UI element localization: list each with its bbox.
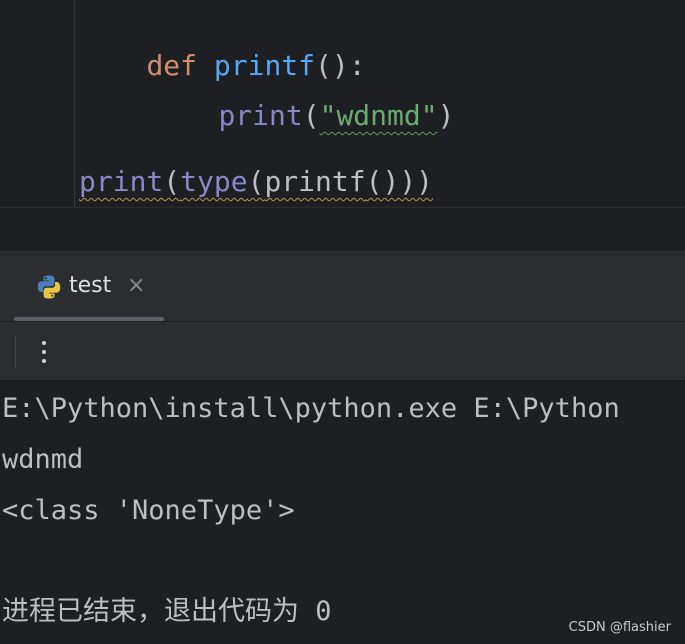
gutter-divider [74,0,75,207]
close-icon[interactable]: × [127,270,145,302]
paren-1: ( [163,165,181,198]
closing-parens: ())) [365,165,434,198]
console-line-command: E:\Python\install\python.exe E:\Python [2,393,620,424]
run-tool-window-header: test × [0,251,685,321]
python-icon [37,275,61,299]
code-line-2[interactable]: print("wdnmd") [79,62,454,170]
call-printf: printf [264,165,366,198]
paren-2: ( [247,165,265,198]
console-line-type: <class 'NoneType'> [2,495,295,526]
code-editor[interactable]: def printf(): print("wdnmd") print(type(… [0,0,685,207]
run-toolbar [0,322,685,380]
editor-gap [0,208,685,251]
tab-test[interactable]: test × [14,251,164,321]
builtin-type: type [180,165,248,198]
console-output[interactable]: E:\Python\install\python.exe E:\Python w… [0,380,685,644]
console-line-exit: 进程已结束，退出代码为 0 [2,596,332,627]
tab-label: test [69,273,112,298]
toolbar-separator [15,336,16,368]
string-literal: "wdnmd" [319,99,438,132]
builtin-print-outer: print [79,165,164,198]
watermark: CSDN @flashier [568,620,671,635]
open-paren: ( [302,99,320,132]
builtin-print: print [218,99,303,132]
close-paren: ) [437,99,455,132]
code-line-4[interactable]: print(type(printf())) [79,164,433,200]
more-vertical-icon[interactable] [34,336,54,368]
console-line-output: wdnmd [2,444,84,475]
